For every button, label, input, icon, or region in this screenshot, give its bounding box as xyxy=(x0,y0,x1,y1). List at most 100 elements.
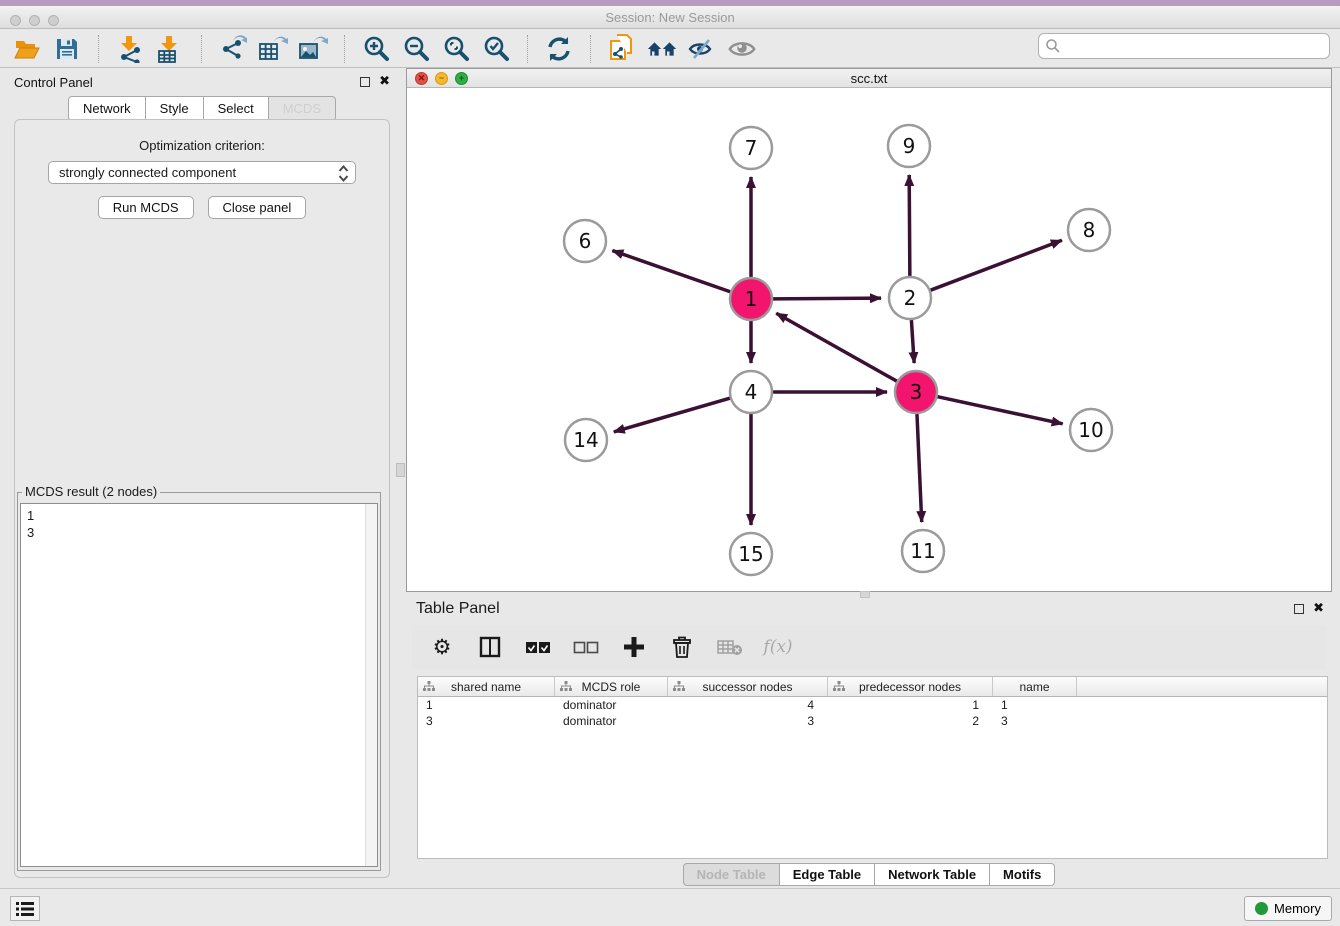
network-close-icon[interactable]: ✕ xyxy=(415,72,428,85)
show-all-networks-button[interactable] xyxy=(647,34,677,64)
column-header-predecessor-nodes[interactable]: predecessor nodes xyxy=(828,677,993,696)
column-header-filler xyxy=(1077,677,1327,696)
search-input[interactable] xyxy=(1061,39,1329,54)
export-table-icon xyxy=(258,35,288,63)
delete-table-button[interactable] xyxy=(714,631,746,663)
graph-node-label: 9 xyxy=(903,134,916,158)
memory-status-icon xyxy=(1255,902,1268,915)
optimization-criterion-label: Optimization criterion: xyxy=(15,138,389,153)
network-maximize-icon[interactable]: + xyxy=(455,72,468,85)
graph-edge-2-9[interactable] xyxy=(909,175,910,276)
duplicate-network-button[interactable] xyxy=(607,34,637,64)
network-canvas[interactable]: 7968124314101511 xyxy=(407,88,1331,591)
export-network-button[interactable] xyxy=(218,34,248,64)
open-session-button[interactable] xyxy=(12,34,42,64)
graph-edge-4-14[interactable] xyxy=(614,398,730,432)
criterion-value: strongly connected component xyxy=(59,165,236,180)
column-header-mcds-role[interactable]: MCDS role xyxy=(555,677,668,696)
graph-edge-3-1[interactable] xyxy=(776,313,897,381)
network-window-titlebar[interactable]: ✕ − + scc.txt xyxy=(407,69,1331,88)
zoom-fit-button[interactable] xyxy=(441,34,471,64)
zoom-selected-button[interactable] xyxy=(481,34,511,64)
table-panel: Table Panel ✖ ⚙ xyxy=(406,595,1332,888)
delete-table-icon xyxy=(717,638,743,656)
column-header-name[interactable]: name xyxy=(993,677,1077,696)
graph-edge-3-10[interactable] xyxy=(937,397,1062,424)
graph-edge-1-2[interactable] xyxy=(773,298,881,299)
close-panel-button[interactable]: Close panel xyxy=(208,196,307,219)
graph-edge-3-11[interactable] xyxy=(917,414,922,522)
close-panel-icon[interactable]: ✖ xyxy=(379,77,390,87)
tab-edge-table[interactable]: Edge Table xyxy=(780,863,875,886)
column-header-successor-nodes[interactable]: successor nodes xyxy=(668,677,828,696)
table-cell[interactable]: 1 xyxy=(828,698,993,712)
result-scrollbar[interactable] xyxy=(365,504,377,866)
table-cell[interactable]: 3 xyxy=(418,714,555,728)
tab-network-table[interactable]: Network Table xyxy=(875,863,990,886)
table-cell[interactable]: 1 xyxy=(418,698,555,712)
table-cell[interactable]: 3 xyxy=(993,714,1077,728)
graph-node-label: 10 xyxy=(1078,418,1103,442)
table-cell[interactable]: 4 xyxy=(668,698,828,712)
table-settings-button[interactable]: ⚙ xyxy=(426,631,458,663)
table-row[interactable]: 3dominator323 xyxy=(418,713,1327,729)
create-column-button[interactable] xyxy=(618,631,650,663)
table-cell[interactable]: 1 xyxy=(993,698,1077,712)
criterion-select[interactable]: strongly connected component xyxy=(48,161,356,184)
table-row[interactable]: 1dominator411 xyxy=(418,697,1327,713)
search-field[interactable] xyxy=(1038,33,1330,59)
graph-edge-2-3[interactable] xyxy=(911,320,914,363)
tab-motifs[interactable]: Motifs xyxy=(990,863,1055,886)
zoom-fit-icon xyxy=(443,35,470,62)
column-layout-button[interactable] xyxy=(474,631,506,663)
delete-column-button[interactable] xyxy=(666,631,698,663)
plus-icon xyxy=(623,636,645,658)
minimize-window-button[interactable] xyxy=(29,15,40,26)
mcds-result-text[interactable]: 1 3 xyxy=(20,503,378,867)
save-session-button[interactable] xyxy=(52,34,82,64)
network-minimize-icon[interactable]: − xyxy=(435,72,448,85)
float-panel-icon[interactable] xyxy=(360,77,370,87)
export-image-button[interactable] xyxy=(298,34,328,64)
tab-style[interactable]: Style xyxy=(146,96,204,121)
tab-select[interactable]: Select xyxy=(204,96,269,121)
tab-mcds[interactable]: MCDS xyxy=(269,96,336,121)
float-table-panel-icon[interactable] xyxy=(1294,604,1304,614)
close-window-button[interactable] xyxy=(10,15,21,26)
column-header-shared-name[interactable]: shared name xyxy=(418,677,555,696)
window-controls[interactable] xyxy=(10,15,59,26)
tree-icon xyxy=(560,681,572,692)
table-cell[interactable]: dominator xyxy=(555,698,668,712)
hide-graphics-details-button[interactable] xyxy=(687,34,717,64)
import-table-button[interactable] xyxy=(155,34,185,64)
deselect-all-rows-button[interactable] xyxy=(570,631,602,663)
memory-button[interactable]: Memory xyxy=(1244,896,1332,921)
table-cell[interactable]: dominator xyxy=(555,714,668,728)
save-icon xyxy=(55,37,79,61)
table-cell[interactable]: 3 xyxy=(668,714,828,728)
zoom-in-button[interactable] xyxy=(361,34,391,64)
import-network-button[interactable] xyxy=(115,34,145,64)
toolbar-separator xyxy=(344,35,345,63)
graph-node-label: 11 xyxy=(910,539,935,563)
run-mcds-button[interactable]: Run MCDS xyxy=(98,196,194,219)
tab-network[interactable]: Network xyxy=(68,96,146,121)
close-table-panel-icon[interactable]: ✖ xyxy=(1313,604,1324,614)
zoom-window-button[interactable] xyxy=(48,15,59,26)
graph-edge-1-6[interactable] xyxy=(612,251,730,292)
show-graphics-details-button[interactable] xyxy=(727,34,757,64)
table-cell[interactable]: 2 xyxy=(828,714,993,728)
graph-edge-2-8[interactable] xyxy=(931,240,1062,290)
apply-style-button[interactable] xyxy=(544,34,574,64)
graph-node-label: 8 xyxy=(1083,218,1096,242)
panel-splitter-grip[interactable] xyxy=(396,463,405,477)
graph-node-label: 14 xyxy=(573,428,598,452)
zoom-out-button[interactable] xyxy=(401,34,431,64)
task-history-button[interactable] xyxy=(10,896,40,921)
network-view-window: ✕ − + scc.txt 7968124314101511 xyxy=(406,68,1332,592)
function-builder-button[interactable]: f(x) xyxy=(762,631,794,663)
tab-node-table[interactable]: Node Table xyxy=(683,863,780,886)
select-all-rows-button[interactable] xyxy=(522,631,554,663)
mcds-result-label: MCDS result (2 nodes) xyxy=(22,484,160,499)
export-table-button[interactable] xyxy=(258,34,288,64)
